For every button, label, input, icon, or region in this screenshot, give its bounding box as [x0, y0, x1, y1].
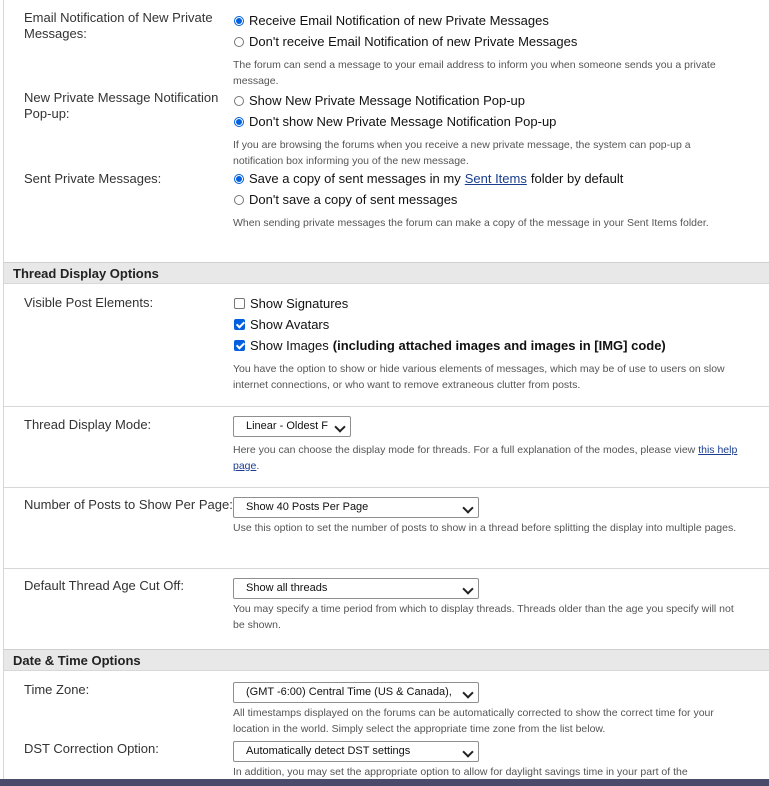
- time-zone-select[interactable]: (GMT -6:00) Central Time (US & Canada),: [233, 682, 479, 703]
- sent-items-link[interactable]: Sent Items: [465, 171, 527, 186]
- show-signatures-checkbox[interactable]: [234, 298, 245, 309]
- chevron-down-icon: [462, 502, 474, 514]
- chevron-down-icon: [462, 746, 474, 758]
- show-avatars-checkbox[interactable]: [234, 319, 245, 330]
- chevron-down-icon: [462, 583, 474, 595]
- popup-show-option[interactable]: Show New Private Message Notification Po…: [233, 90, 739, 111]
- sent-pm-label: Sent Private Messages:: [24, 171, 162, 186]
- visible-post-elements-options: Show Signatures Show Avatars Show Images…: [233, 293, 739, 393]
- time-zone-control: (GMT -6:00) Central Time (US & Canada), …: [233, 682, 739, 737]
- email-notification-description: The forum can send a message to your ema…: [233, 59, 716, 87]
- sent-pm-description: When sending private messages the forum …: [233, 217, 709, 229]
- show-avatars-label[interactable]: Show Avatars: [250, 317, 329, 332]
- posts-per-page-description: Use this option to set the number of pos…: [233, 522, 737, 534]
- email-dont-receive-label[interactable]: Don't receive Email Notification of new …: [249, 34, 577, 49]
- dst-description: In addition, you may set the appropriate…: [233, 766, 688, 778]
- email-receive-radio[interactable]: [234, 15, 244, 26]
- date-time-section-header: Date & Time Options: [4, 649, 769, 671]
- email-notification-label: Email Notification of New Private Messag…: [24, 10, 213, 41]
- sent-dont-save-label[interactable]: Don't save a copy of sent messages: [249, 192, 457, 207]
- dst-select[interactable]: Automatically detect DST settings: [233, 741, 479, 762]
- dst-label: DST Correction Option:: [24, 741, 159, 756]
- thread-mode-desc-text: Here you can choose the display mode for…: [233, 444, 696, 456]
- popup-dont-show-label[interactable]: Don't show New Private Message Notificat…: [249, 114, 556, 129]
- sent-save-option[interactable]: Save a copy of sent messages in my Sent …: [233, 168, 739, 189]
- popup-show-label[interactable]: Show New Private Message Notification Po…: [249, 93, 525, 108]
- thread-display-mode-select[interactable]: Linear - Oldest F: [233, 416, 351, 437]
- email-receive-option[interactable]: Receive Email Notification of new Privat…: [233, 10, 739, 31]
- chevron-down-icon: [462, 687, 474, 699]
- sent-save-label-pre[interactable]: Save a copy of sent messages in my: [249, 171, 461, 186]
- time-zone-label: Time Zone:: [24, 682, 90, 697]
- posts-per-page-control: Show 40 Posts Per Page Use this option t…: [233, 497, 739, 536]
- pm-popup-label: New Private Message Notification Pop-up:: [24, 90, 219, 121]
- show-images-option[interactable]: Show Images (including attached images a…: [233, 335, 739, 356]
- pm-popup-description: If you are browsing the forums when you …: [233, 139, 691, 167]
- posts-per-page-value: Show 40 Posts Per Page: [246, 501, 369, 513]
- dst-value: Automatically detect DST settings: [246, 745, 411, 757]
- sent-dont-save-option[interactable]: Don't save a copy of sent messages: [233, 189, 739, 210]
- posts-per-page-label: Number of Posts to Show Per Page:: [24, 497, 233, 512]
- thread-age-label: Default Thread Age Cut Off:: [24, 578, 184, 593]
- sent-save-radio[interactable]: [234, 173, 244, 184]
- thread-age-value: Show all threads: [246, 582, 328, 594]
- bottom-bar: [0, 779, 769, 786]
- divider: [4, 568, 769, 569]
- thread-mode-desc-post: .: [256, 460, 260, 472]
- chevron-down-icon: [334, 421, 346, 433]
- show-signatures-label[interactable]: Show Signatures: [250, 296, 348, 311]
- show-images-checkbox[interactable]: [234, 340, 245, 351]
- sent-pm-options: Save a copy of sent messages in my Sent …: [233, 168, 739, 231]
- sent-dont-save-radio[interactable]: [234, 194, 244, 205]
- posts-per-page-select[interactable]: Show 40 Posts Per Page: [233, 497, 479, 518]
- sent-save-label-post[interactable]: folder by default: [531, 171, 624, 186]
- thread-display-mode-description: Here you can choose the display mode for…: [233, 442, 739, 474]
- pm-popup-options: Show New Private Message Notification Po…: [233, 90, 739, 169]
- thread-display-mode-value: Linear - Oldest F: [246, 420, 328, 432]
- thread-display-mode-label: Thread Display Mode:: [24, 417, 152, 432]
- show-signatures-option[interactable]: Show Signatures: [233, 293, 739, 314]
- divider: [4, 406, 769, 407]
- email-receive-label[interactable]: Receive Email Notification of new Privat…: [249, 13, 549, 28]
- divider: [4, 487, 769, 488]
- show-images-note: (including attached images and images in…: [332, 338, 666, 353]
- popup-show-radio[interactable]: [234, 95, 244, 106]
- visible-post-elements-description: You have the option to show or hide vari…: [233, 363, 725, 391]
- dst-control: Automatically detect DST settings In add…: [233, 741, 739, 780]
- time-zone-value: (GMT -6:00) Central Time (US & Canada),: [246, 686, 452, 698]
- thread-display-mode-control: Linear - Oldest F Here you can choose th…: [233, 416, 739, 474]
- thread-age-description: You may specify a time period from which…: [233, 603, 734, 631]
- email-dont-receive-option[interactable]: Don't receive Email Notification of new …: [233, 31, 739, 52]
- email-notification-options: Receive Email Notification of new Privat…: [233, 10, 739, 89]
- thread-display-section-header: Thread Display Options: [4, 262, 769, 284]
- popup-dont-show-radio[interactable]: [234, 116, 244, 127]
- email-dont-receive-radio[interactable]: [234, 36, 244, 47]
- time-zone-description: All timestamps displayed on the forums c…: [233, 707, 714, 735]
- thread-age-select[interactable]: Show all threads: [233, 578, 479, 599]
- visible-post-elements-label: Visible Post Elements:: [24, 295, 154, 310]
- thread-age-control: Show all threads You may specify a time …: [233, 578, 739, 633]
- popup-dont-show-option[interactable]: Don't show New Private Message Notificat…: [233, 111, 739, 132]
- show-images-label[interactable]: Show Images: [250, 338, 329, 353]
- show-avatars-option[interactable]: Show Avatars: [233, 314, 739, 335]
